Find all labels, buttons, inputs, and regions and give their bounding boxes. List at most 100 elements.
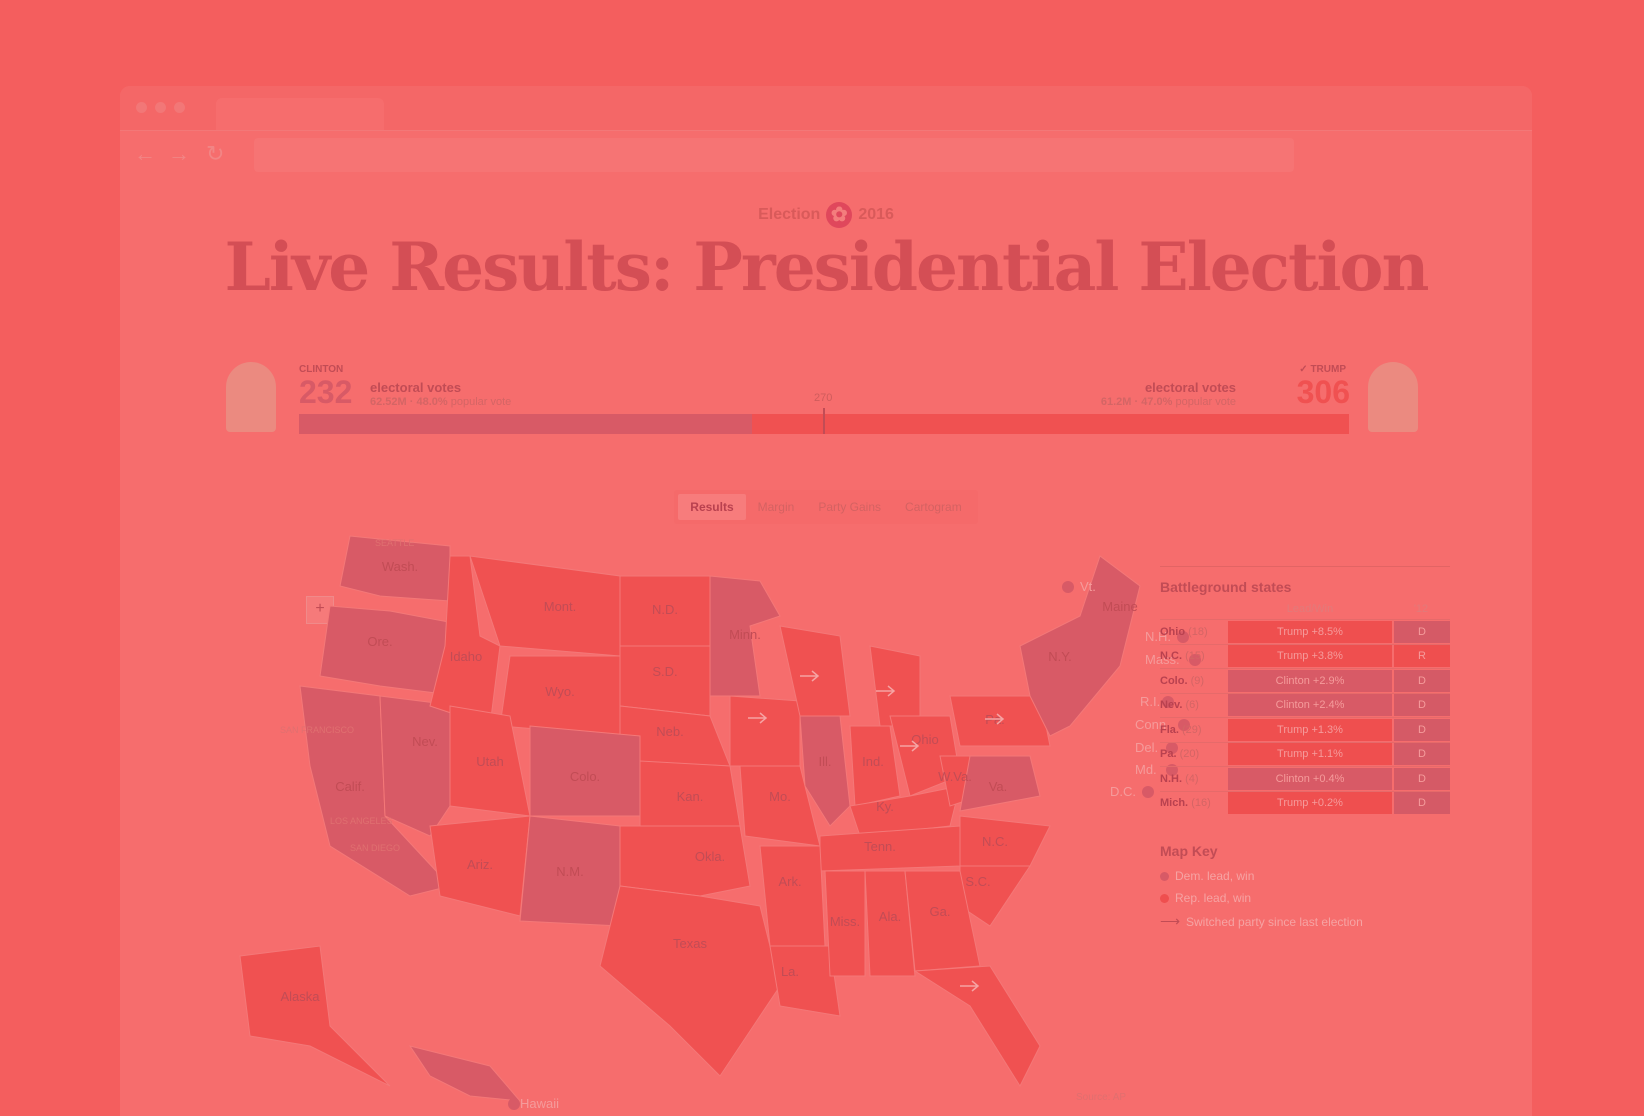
forward-arrow-icon[interactable]: → [168,143,190,165]
battleground-state-ev: (18) [1188,625,1208,638]
address-bar[interactable] [254,138,1294,172]
close-window-dot[interactable] [136,102,147,113]
small-state-dc: D.C. [1110,784,1136,799]
battleground-state: Ohio (18) [1160,626,1228,638]
map-label-nc: N.C. [982,834,1008,849]
map-label-utah: Utah [476,754,503,769]
battleground-prev: D [1394,743,1450,766]
battleground-row[interactable]: Nev. (6) Clinton +2.4% D [1160,692,1450,718]
small-state-md: Md. [1135,762,1157,777]
window-controls [136,102,185,113]
battleground-lead: Trump +0.2% [1228,792,1392,815]
tab-results[interactable]: Results [678,494,746,520]
battleground-state-name: Colo. [1160,674,1188,687]
state-florida[interactable] [913,965,1041,1088]
small-state-dot-vt[interactable] [1062,581,1074,593]
eyebrow-year: 2016 [858,206,894,223]
battleground-state-name: N.H. [1160,772,1182,785]
trump-electoral-label: electoral votes [1144,380,1236,395]
clinton-electoral-label: electoral votes [370,380,462,395]
small-state-ri: R.I. [1140,694,1160,709]
map-label-miss: Miss. [830,914,860,929]
battleground-row[interactable]: Ohio (18) Trump +8.5% D [1160,619,1450,644]
map-label-la: La. [781,964,799,979]
state-texas[interactable] [599,885,781,1077]
back-arrow-icon[interactable]: ← [134,143,156,165]
battleground-title: Battleground states [1160,579,1292,595]
key-rep: Rep. lead, win [1160,891,1450,905]
battleground-row[interactable]: Mich. (16) Trump +0.2% D [1160,790,1450,816]
state-south-dakota[interactable] [619,645,711,717]
maximize-window-dot[interactable] [174,102,185,113]
reload-icon[interactable]: ↻ [206,143,224,165]
battleground-state: Nev. (6) [1160,699,1228,711]
battleground-state-ev: (15) [1185,650,1205,663]
clinton-avatar [226,362,276,432]
small-state-vt: Vt. [1080,579,1096,594]
browser-tab-strip [120,86,1532,130]
battleground-prev: D [1394,694,1450,717]
battleground-row[interactable]: N.C. (15) Trump +3.8% R [1160,643,1450,669]
map-label-neb: Neb. [656,724,683,739]
sidebar-divider [1160,566,1450,567]
map-label-alaska: Alaska [280,989,320,1004]
key-rep-label: Rep. lead, win [1175,891,1252,905]
battleground-lead: Trump +3.8% [1228,645,1392,668]
battleground-prev: D [1394,792,1450,815]
battleground-row[interactable]: Fla. (29) Trump +1.3% D [1160,717,1450,742]
tab-margin[interactable]: Margin [746,494,807,520]
battleground-prev: D [1394,767,1450,790]
map-label-ala: Ala. [879,909,901,924]
map-label-calif: Calif. [335,779,365,794]
battleground-state-ev: (6) [1185,699,1199,712]
browser-tab[interactable] [216,98,384,130]
trump-electoral-count: 306 [1296,374,1350,410]
switched-arrow-icon: ⟶ [1160,913,1181,929]
small-state-dot-dc[interactable] [1142,786,1154,798]
state-hawaii[interactable] [408,1045,522,1102]
state-iowa[interactable] [729,695,801,767]
battleground-prev: D [1394,718,1450,741]
state-alaska[interactable] [239,945,391,1087]
battleground-state: Fla. (29) [1160,724,1228,736]
battleground-row[interactable]: Colo. (9) Clinton +2.9% D [1160,668,1450,693]
electoral-bar [299,408,1349,434]
clinton-popular-label: popular vote [450,396,512,408]
battleground-state: Mich. (16) [1160,797,1228,809]
small-state-hawaii: Hawaii [520,1096,559,1111]
minimize-window-dot[interactable] [155,102,166,113]
map-label-ark: Ark. [778,874,801,889]
battleground-row[interactable]: N.H. (4) Clinton +0.4% D [1160,766,1450,791]
clinton-popular: 62.52M · 48.0% popular vote [370,396,511,408]
battleground-state: N.H. (4) [1160,773,1228,785]
view-tabs: Results Margin Party Gains Cartogram [120,490,1532,524]
browser-toolbar: ← → ↻ [120,130,1532,181]
map-label-ind: Ind. [862,754,884,769]
state-oklahoma[interactable] [619,825,751,897]
page-title: Live Results: Presidential Election [224,228,1429,306]
battleground-state-name: Mich. [1160,797,1189,810]
battleground-state-ev: (20) [1179,748,1200,761]
us-results-map[interactable]: Wash. Ore. Idaho Mont. N.D. Minn. S.D. W… [200,526,1240,1116]
state-nevada[interactable] [379,695,461,837]
map-label-minn: Minn. [729,627,761,642]
battleground-header: Lead/Win '12 [1160,603,1450,615]
tab-party-gains[interactable]: Party Gains [806,494,893,520]
map-label-idaho: Idaho [450,649,483,664]
battleground-row[interactable]: Pa. (20) Trump +1.1% D [1160,741,1450,767]
map-label-nm: N.M. [556,864,583,879]
electoral-bar-dem [299,414,752,434]
battleground-lead: Trump +1.1% [1228,743,1392,766]
tab-cartogram[interactable]: Cartogram [893,494,974,520]
threshold-label: 270 [814,392,833,404]
battleground-prev: D [1394,620,1450,643]
election-eyebrow: Election ✿ 2016 [120,202,1532,228]
battleground-state-name: Ohio [1160,625,1186,638]
state-arkansas[interactable] [759,845,826,947]
rep-dot-icon [1160,893,1169,903]
trump-avatar [1368,362,1418,432]
map-key-title: Map Key [1160,843,1218,859]
state-michigan[interactable] [869,645,921,727]
map-label-okla: Okla. [695,849,725,864]
small-state-dot-hawaii[interactable] [508,1098,520,1110]
